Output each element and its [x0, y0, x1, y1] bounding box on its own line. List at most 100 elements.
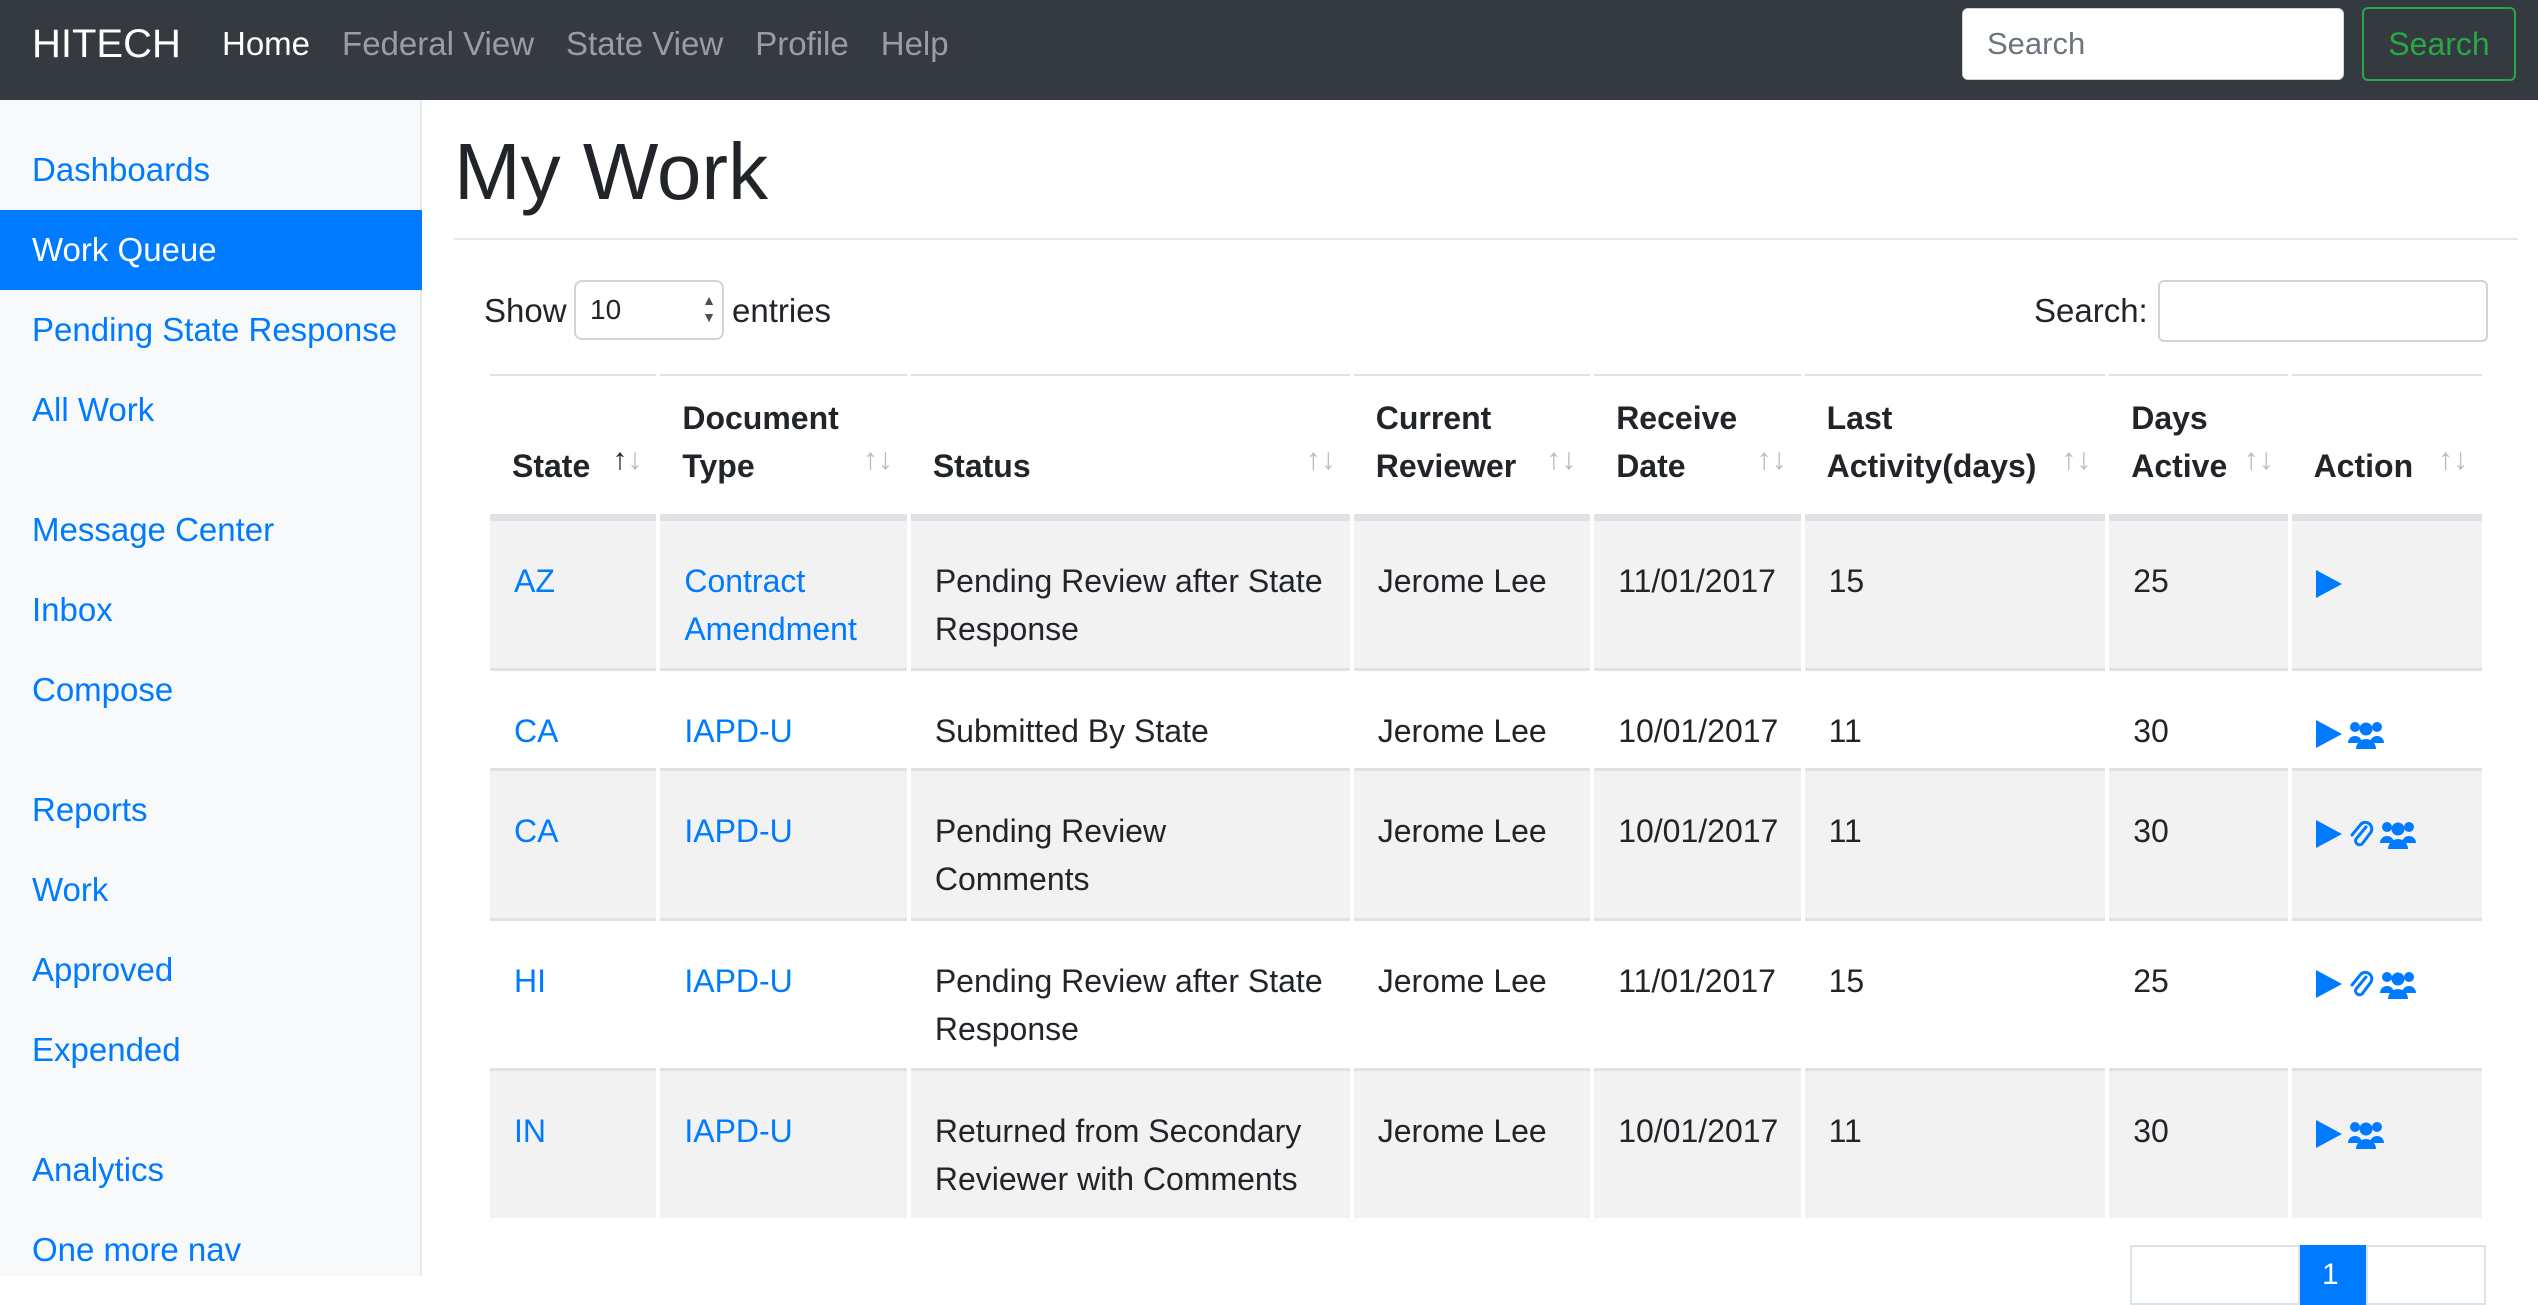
nav-profile[interactable]: Profile — [755, 25, 849, 63]
table-row: CA IAPD-U Pending Review Comments Jerome Le… — [490, 768, 2482, 918]
users-icon[interactable] — [2379, 809, 2416, 857]
cell-current-reviewer-text: Jerome Lee — [1377, 963, 1547, 999]
users-icon[interactable] — [2347, 1109, 2384, 1157]
header-days-active[interactable]: Days Active ↑↓ — [2109, 374, 2288, 518]
play-icon[interactable] — [2315, 809, 2342, 857]
cell-status: Submitted By State — [910, 668, 1350, 768]
play-icon[interactable] — [2315, 1109, 2342, 1157]
sidebar-item-compose[interactable]: Compose — [0, 650, 422, 730]
sidebar-item-approved[interactable]: Approved — [0, 930, 422, 1010]
sidebar-item-inbox[interactable]: Inbox — [0, 570, 422, 650]
cell-status: Pending Review after State Response — [910, 918, 1350, 1068]
cell-state: HI — [490, 918, 657, 1068]
cell-status: Pending Review Comments — [910, 768, 1350, 918]
users-icon[interactable] — [2379, 959, 2416, 1007]
cell-document-type: IAPD-U — [660, 1068, 907, 1218]
cell-state-text[interactable]: AZ — [514, 563, 555, 599]
header-current-reviewer[interactable]: Current Reviewer ↑↓ — [1353, 374, 1591, 518]
header-status[interactable]: Status ↑↓ — [910, 374, 1350, 518]
sort-icon: ↑↓ — [1305, 443, 1336, 476]
sidebar-item-expended[interactable]: Expended — [0, 1010, 422, 1090]
cell-document-type-text[interactable]: IAPD-U — [684, 713, 792, 749]
work-table: State ↑↓ Document Type ↑↓ Status ↑↓ Current… — [486, 374, 2486, 1218]
nav-state-view[interactable]: State View — [566, 25, 723, 63]
cell-days-active: 30 — [2109, 768, 2288, 918]
table-row: HI IAPD-U Pending Review after State Respo… — [490, 918, 2482, 1068]
page-1-button[interactable]: 1 — [2300, 1245, 2366, 1305]
cell-state: IN — [490, 1068, 657, 1218]
table-header-row: State ↑↓ Document Type ↑↓ Status ↑↓ Current… — [490, 374, 2482, 518]
sidebar: Dashboards Work Queue Pending State Resp… — [0, 100, 422, 1276]
play-icon[interactable] — [2315, 709, 2342, 757]
sidebar-item-work-queue[interactable]: Work Queue — [0, 210, 422, 290]
previous-button[interactable] — [2130, 1245, 2300, 1305]
users-icon[interactable] — [2347, 709, 2384, 757]
sidebar-item-all-work[interactable]: All Work — [0, 370, 422, 450]
cell-status-text: Submitted By State — [934, 713, 1209, 749]
cell-days-active-text: 30 — [2133, 713, 2169, 749]
table-search-input[interactable] — [2158, 280, 2488, 342]
nav-search-input[interactable] — [1962, 8, 2344, 80]
sort-asc-icon: ↑↓ — [612, 443, 643, 476]
cell-days-active: 30 — [2109, 668, 2288, 768]
cell-current-reviewer-text: Jerome Lee — [1377, 813, 1547, 849]
sidebar-item-pending-state-response[interactable]: Pending State Response — [0, 290, 422, 370]
pagination: 1 — [2130, 1245, 2486, 1305]
cell-action — [2291, 668, 2482, 768]
cell-last-activity-text: 15 — [1828, 963, 1865, 999]
cell-document-type-text[interactable]: IAPD-U — [684, 813, 792, 849]
nav-home[interactable]: Home — [222, 25, 310, 63]
nav-links: Home Federal View State View Profile Hel… — [222, 25, 981, 63]
entries-length-select[interactable]: 10 ▲ ▼ — [574, 280, 724, 340]
cell-days-active-text: 30 — [2133, 813, 2169, 849]
cell-document-type-text[interactable]: IAPD-U — [684, 1113, 792, 1149]
cell-last-activity: 15 — [1804, 918, 2106, 1068]
paperclip-icon[interactable] — [2348, 809, 2374, 857]
header-action[interactable]: Action ↑↓ — [2291, 374, 2482, 518]
play-icon[interactable] — [2315, 959, 2342, 1007]
cell-days-active: 25 — [2109, 518, 2288, 668]
header-document-type[interactable]: Document Type ↑↓ — [660, 374, 907, 518]
cell-state-text[interactable]: IN — [514, 1113, 546, 1149]
cell-status: Pending Review after State Response — [910, 518, 1350, 668]
sidebar-item-message-center[interactable]: Message Center — [0, 490, 422, 570]
entries-label: entries — [732, 292, 832, 329]
sort-icon: ↑↓ — [1546, 443, 1577, 476]
play-icon[interactable] — [2315, 559, 2342, 607]
cell-document-type-text[interactable]: IAPD-U — [684, 963, 792, 999]
cell-current-reviewer: Jerome Lee — [1353, 518, 1591, 668]
cell-status: Returned from Secondary Reviewer with Co… — [910, 1068, 1350, 1218]
cell-receive-date-text: 11/01/2017 — [1618, 563, 1776, 599]
cell-state-text[interactable]: CA — [514, 813, 558, 849]
cell-last-activity: 11 — [1804, 768, 2106, 918]
nav-search-button[interactable]: Search — [2362, 7, 2516, 81]
cell-receive-date-text: 10/01/2017 — [1618, 1113, 1779, 1149]
cell-receive-date-text: 10/01/2017 — [1618, 813, 1779, 849]
sidebar-item-one-more-nav[interactable]: One more nav — [0, 1210, 422, 1290]
paperclip-icon[interactable] — [2348, 959, 2374, 1007]
sidebar-item-dashboards[interactable]: Dashboards — [0, 130, 422, 210]
nav-federal-view[interactable]: Federal View — [342, 25, 534, 63]
cell-status-text: Pending Review after State Response — [934, 963, 1323, 1047]
cell-document-type-text[interactable]: Contract Amendment — [684, 563, 857, 647]
header-last-activity[interactable]: Last Activity(days) ↑↓ — [1804, 374, 2106, 518]
sidebar-item-analytics[interactable]: Analytics — [0, 1130, 422, 1210]
header-state[interactable]: State ↑↓ — [490, 374, 657, 518]
sidebar-item-work[interactable]: Work — [0, 850, 422, 930]
top-navbar: HITECH Home Federal View State View Prof… — [0, 0, 2538, 100]
cell-days-active: 25 — [2109, 918, 2288, 1068]
cell-state-text[interactable]: HI — [514, 963, 546, 999]
cell-receive-date: 10/01/2017 — [1594, 1068, 1801, 1218]
sort-icon: ↑↓ — [2243, 443, 2274, 476]
entries-length-value: 10 — [590, 294, 622, 325]
next-button[interactable] — [2366, 1245, 2486, 1305]
cell-status-text: Pending Review after State Response — [934, 563, 1323, 647]
cell-days-active-text: 25 — [2133, 963, 2169, 999]
brand-logo[interactable]: HITECH — [32, 22, 181, 67]
header-receive-date[interactable]: Receive Date ↑↓ — [1594, 374, 1801, 518]
show-label: Show — [484, 292, 567, 329]
sidebar-item-reports[interactable]: Reports — [0, 770, 422, 850]
cell-current-reviewer: Jerome Lee — [1353, 668, 1591, 768]
cell-state-text[interactable]: CA — [514, 713, 558, 749]
nav-help[interactable]: Help — [881, 25, 949, 63]
